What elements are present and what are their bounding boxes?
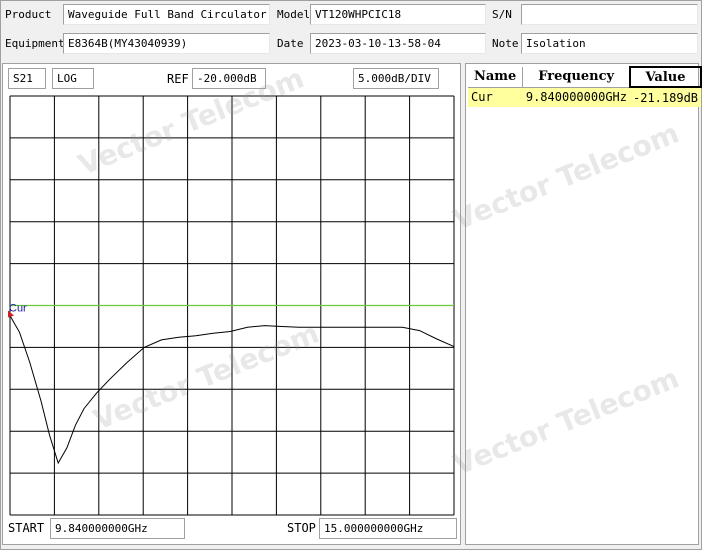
product-label: Product bbox=[5, 8, 52, 21]
col-header-value: Value bbox=[628, 66, 702, 88]
marker-name-cell: Cur bbox=[468, 87, 523, 107]
marker-frequency-cell: 9.840000000GHz bbox=[522, 87, 630, 107]
model-label: Model bbox=[277, 8, 311, 21]
stop-box: 15.000000000GHz bbox=[319, 518, 457, 539]
note-label: Note bbox=[492, 37, 519, 50]
marker-value-cell: -21.189dB bbox=[630, 87, 702, 107]
product-field: Waveguide Full Band Circulator bbox=[63, 4, 270, 25]
chart-panel: S21 LOG REF -20.000dB 5.000dB/DIV Cur ST… bbox=[2, 63, 461, 545]
stop-label: STOP bbox=[287, 521, 316, 535]
date-label: Date bbox=[277, 37, 304, 50]
start-label: START bbox=[8, 521, 45, 535]
sn-label: S/N bbox=[492, 8, 512, 21]
table-row[interactable]: Cur 9.840000000GHz -21.189dB bbox=[468, 87, 702, 107]
sn-field bbox=[521, 4, 698, 25]
marker-panel: Name Frequency Value Cur 9.840000000GHz … bbox=[465, 63, 702, 545]
reference-label: Cur bbox=[9, 303, 27, 315]
date-field: 2023-03-10-13-58-04 bbox=[310, 33, 486, 54]
plot-area: Cur bbox=[8, 95, 455, 516]
equipment-label: Equipment bbox=[5, 37, 65, 50]
start-box: 9.840000000GHz bbox=[50, 518, 185, 539]
col-header-frequency: Frequency bbox=[522, 67, 631, 88]
note-field: Isolation bbox=[521, 33, 698, 54]
marker-table: Name Frequency Value Cur 9.840000000GHz … bbox=[468, 66, 702, 107]
model-field: VT120WHPCIC18 bbox=[310, 4, 486, 25]
equipment-field: E8364B(MY43040939) bbox=[63, 33, 270, 54]
col-header-name: Name bbox=[468, 67, 524, 88]
